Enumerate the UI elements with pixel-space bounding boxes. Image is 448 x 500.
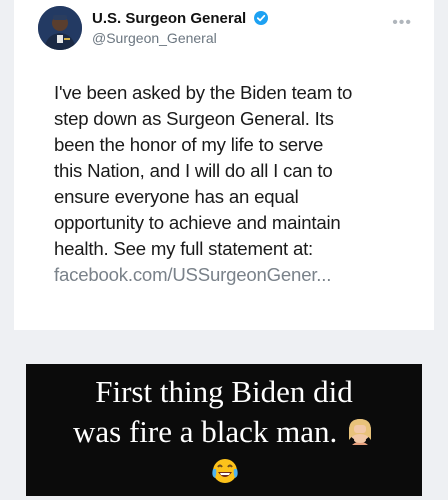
person-facepalming-emoji-icon: [349, 419, 371, 445]
tweet-line: opportunity to achieve and maintain: [54, 212, 341, 233]
tweet-line: health. See my full statement at:: [54, 238, 314, 259]
author-name-text: U.S. Surgeon General: [92, 10, 247, 27]
caption-line-1: First thing Biden did: [95, 374, 353, 409]
face-with-tears-of-joy-emoji-icon: [212, 459, 238, 483]
statement-link[interactable]: facebook.com/USSurgeonGener...: [54, 262, 424, 288]
verified-badge-icon: [254, 11, 269, 25]
caption-line-2-text: was fire a black man.: [73, 414, 338, 449]
more-options-icon[interactable]: •••: [392, 14, 412, 32]
tweet-body: I've been asked by the Biden team to ste…: [54, 80, 424, 288]
meme-caption: First thing Biden did was fire a black m…: [26, 364, 422, 496]
author-handle[interactable]: @Surgeon_General: [92, 30, 217, 46]
avatar[interactable]: [38, 6, 82, 50]
tweet-line: been the honor of my life to serve: [54, 134, 324, 155]
tweet-line: step down as Surgeon General. Its: [54, 108, 334, 129]
avatar-image: [38, 6, 82, 50]
author-name[interactable]: U.S. Surgeon General: [92, 10, 269, 27]
tweet-card: U.S. Surgeon General @Surgeon_General ••…: [14, 0, 434, 330]
tweet-line: ensure everyone has an equal: [54, 186, 299, 207]
tweet-line: I've been asked by the Biden team to: [54, 82, 353, 103]
tweet-line: this Nation, and I will do all I can to: [54, 160, 333, 181]
caption-line-2: was fire a black man.: [26, 414, 422, 450]
